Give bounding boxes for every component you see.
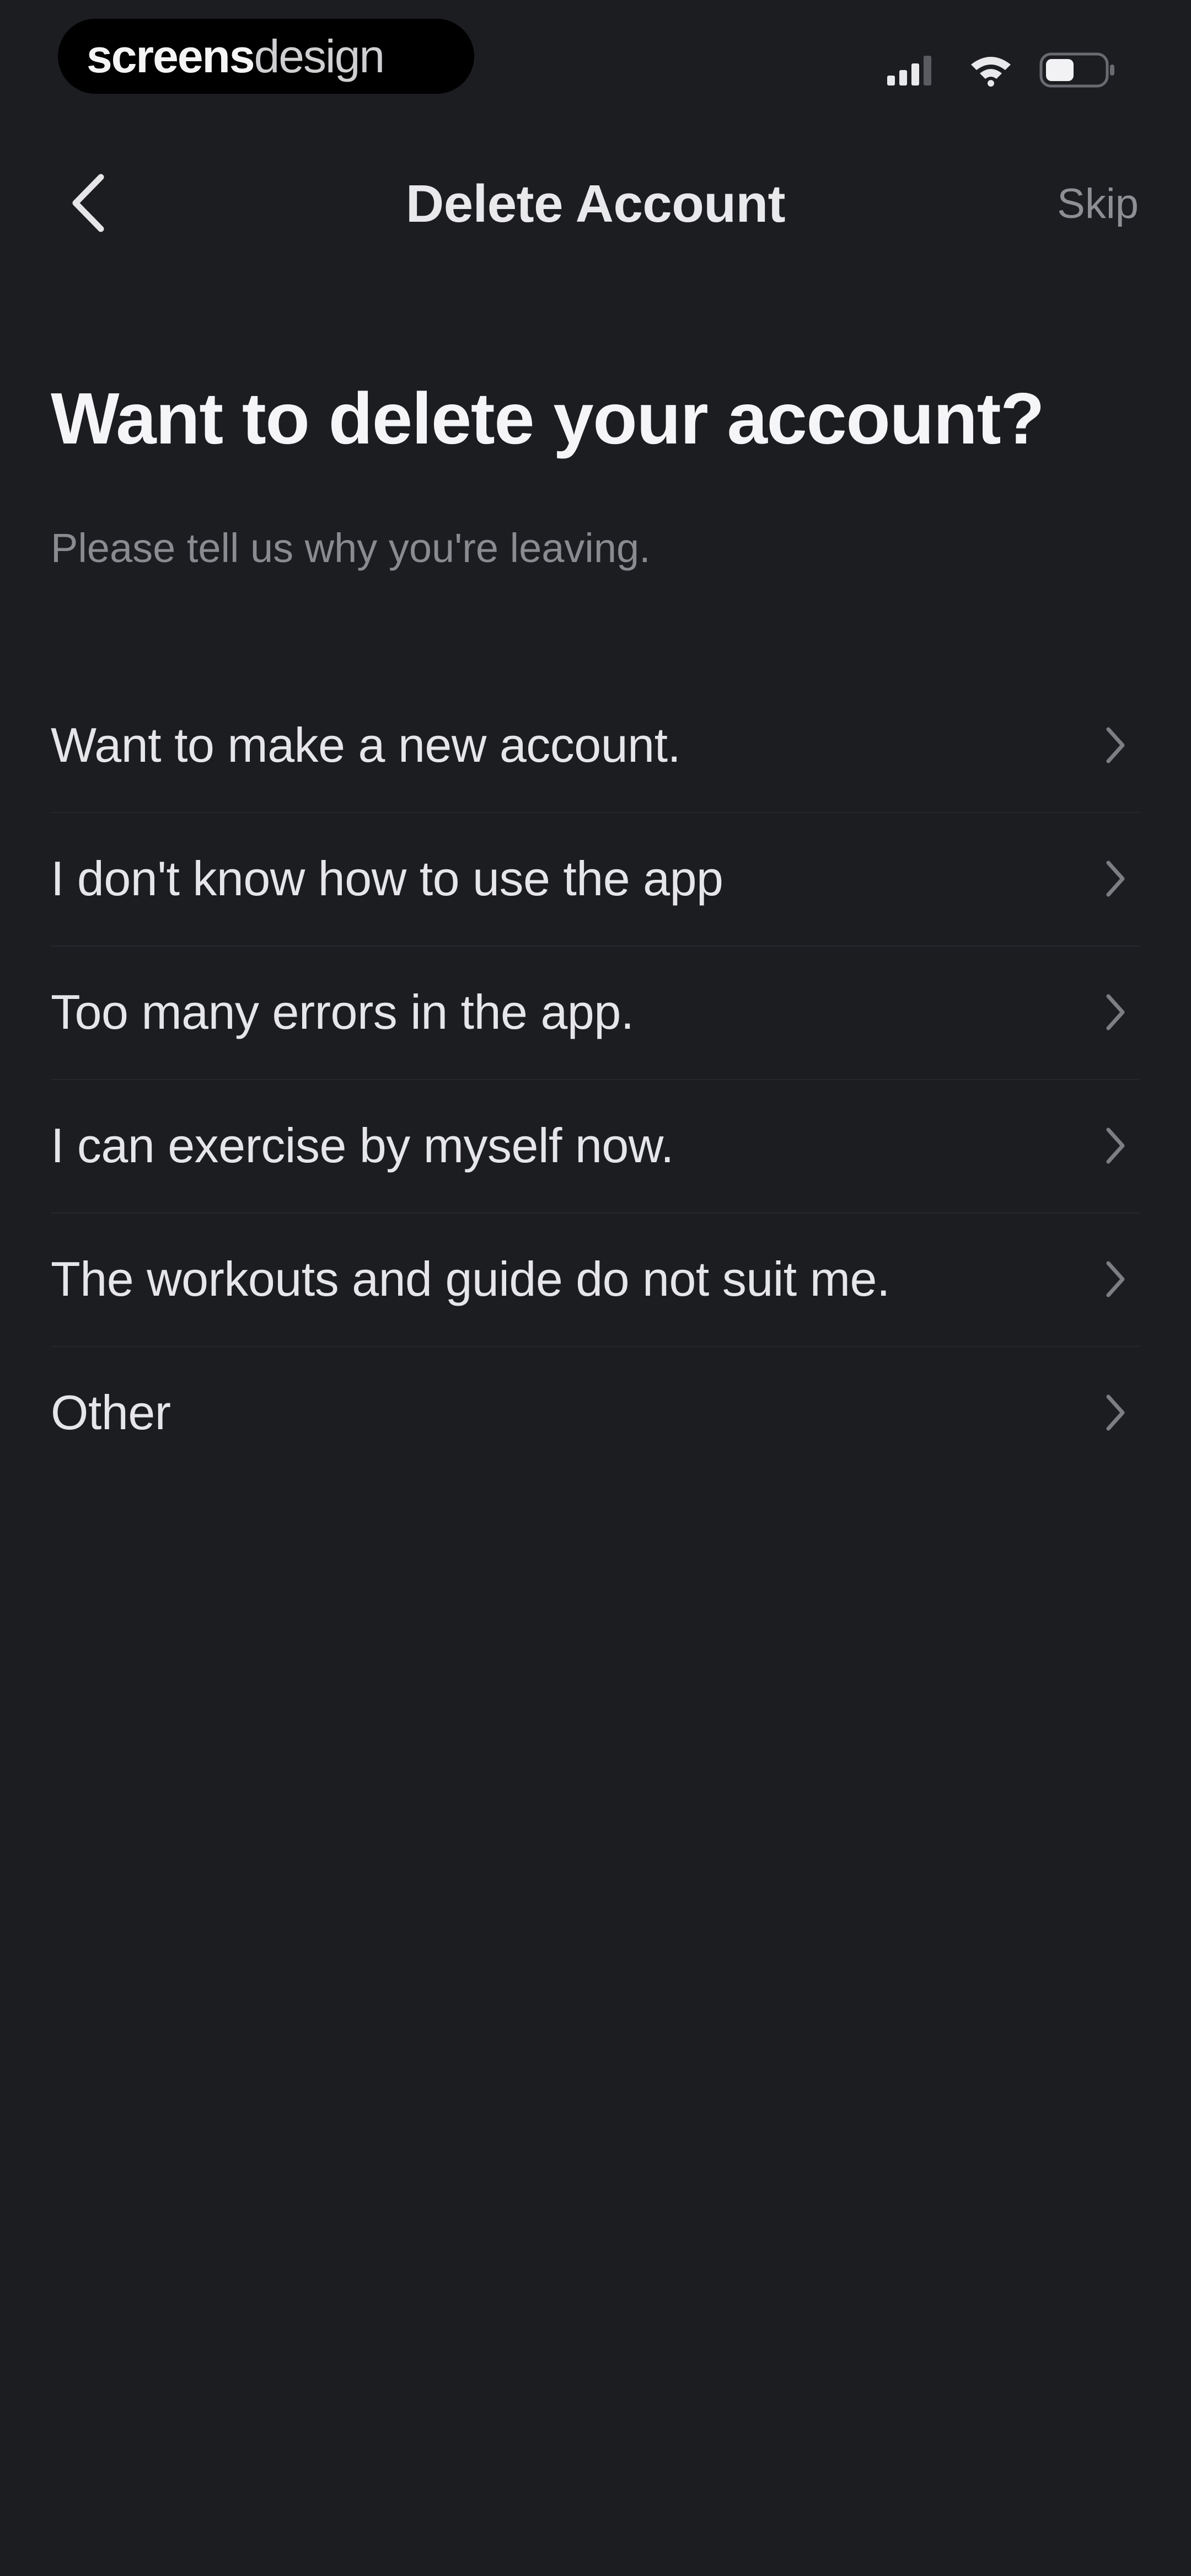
brand-watermark: screens design [58,19,474,94]
brand-light-text: design [254,30,385,82]
chevron-right-icon [1098,723,1131,767]
reason-label: Other [51,1385,171,1440]
delete-account-screen: screens design Delete Account Skip Want … [0,0,1191,2576]
battery-icon [1039,52,1117,88]
chevron-right-icon [1098,1124,1131,1168]
reason-item-other[interactable]: Other [51,1346,1140,1479]
page-title: Want to delete your account? [51,378,1045,459]
reason-label: Too many errors in the app. [51,985,634,1039]
chevron-right-icon [1098,1257,1131,1301]
reason-item-new-account[interactable]: Want to make a new account. [51,678,1140,812]
status-icons [887,51,1117,89]
reason-label: I can exercise by myself now. [51,1118,674,1173]
chevron-right-icon [1098,857,1131,901]
reason-list: Want to make a new account. I don't know… [51,678,1140,1479]
reason-item-too-many-errors[interactable]: Too many errors in the app. [51,945,1140,1079]
reason-item-workouts-not-suit[interactable]: The workouts and guide do not suit me. [51,1212,1140,1346]
skip-button[interactable]: Skip [1057,171,1139,237]
brand-strong-text: screens [87,30,255,82]
page-subtitle: Please tell us why you're leaving. [51,525,651,571]
reason-label: The workouts and guide do not suit me. [51,1252,890,1306]
reason-item-dont-know-how[interactable]: I don't know how to use the app [51,812,1140,945]
reason-label: I don't know how to use the app [51,851,723,906]
chevron-right-icon [1098,990,1131,1034]
cellular-signal-icon [887,54,942,87]
nav-title: Delete Account [405,174,786,233]
status-bar: screens design [0,0,1191,127]
reason-item-exercise-myself[interactable]: I can exercise by myself now. [51,1079,1140,1212]
wifi-icon [969,54,1013,87]
reason-label: Want to make a new account. [51,718,681,772]
chevron-right-icon [1098,1391,1131,1435]
navigation-bar: Delete Account Skip [0,149,1191,259]
